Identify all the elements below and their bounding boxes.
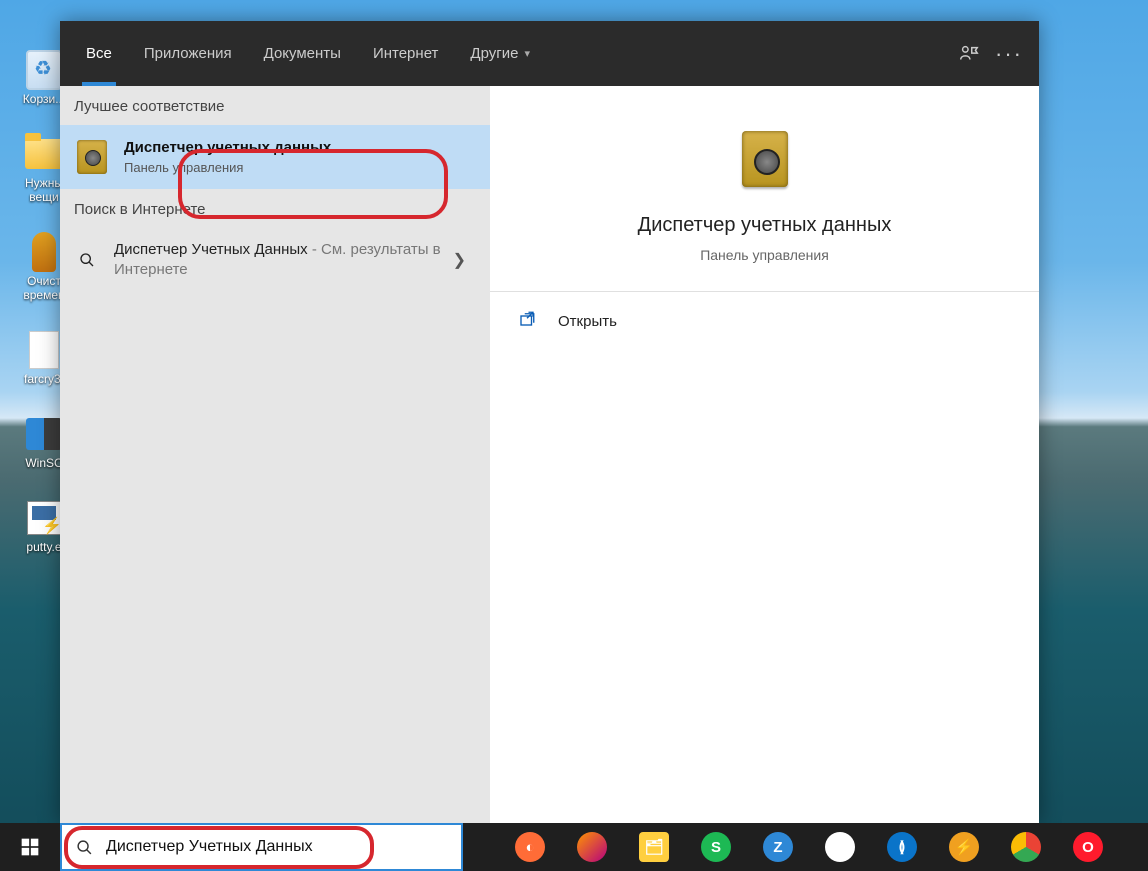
best-match-title: Диспетчер учетных данных [124,139,331,156]
more-options-icon[interactable]: ··· [989,34,1029,74]
search-body: Лучшее соответствие Диспетчер учетных да… [60,86,1039,823]
tab-documents[interactable]: Документы [248,21,357,86]
web-result-text: Диспетчер Учетных Данных - См. результат… [114,240,453,280]
taskbar-search-box[interactable] [60,823,463,871]
open-icon [518,310,542,333]
taskbar-app-zoom[interactable]: Z [747,823,809,871]
taskbar: ◐ 🗂 S Z Đ ≬ ⚡ O [0,823,1148,871]
chevron-right-icon: ❯ [453,250,476,270]
preview-header: Диспетчер учетных данных Панель управлен… [490,86,1039,292]
search-icon [62,839,106,856]
taskbar-app-file-explorer[interactable]: 🗂 [623,823,685,871]
tab-all[interactable]: Все [70,21,128,86]
credential-manager-large-icon [735,124,795,194]
taskbar-app-postman[interactable]: ◐ [499,823,561,871]
tab-apps[interactable]: Приложения [128,21,248,86]
best-match-subtitle: Панель управления [124,160,331,175]
web-search-result[interactable]: Диспетчер Учетных Данных - См. результат… [60,228,490,292]
taskbar-app-s[interactable]: S [685,823,747,871]
taskbar-app-firefox[interactable] [561,823,623,871]
taskbar-app-angular[interactable]: Đ [809,823,871,871]
taskbar-pinned-apps: ◐ 🗂 S Z Đ ≬ ⚡ O [499,823,1119,871]
tab-other[interactable]: Другие ▾ [454,21,546,86]
file-icon [24,330,64,370]
chevron-down-icon: ▾ [524,47,530,60]
action-open-label: Открыть [558,313,617,330]
section-web-search-label: Поиск в Интернете [60,189,490,228]
web-result-main: Диспетчер Учетных Данных [114,241,308,258]
tab-internet[interactable]: Интернет [357,21,454,86]
brush-icon [24,232,64,272]
taskbar-app-vscode[interactable]: ≬ [871,823,933,871]
start-button[interactable] [0,823,60,871]
taskbar-app-chrome[interactable] [995,823,1057,871]
best-match-result[interactable]: Диспетчер учетных данных Панель управлен… [60,125,490,189]
start-search-panel: Все Приложения Документы Интернет Другие… [60,21,1039,823]
search-tabs-header: Все Приложения Документы Интернет Другие… [60,21,1039,86]
section-best-match-label: Лучшее соответствие [60,86,490,125]
putty-icon [24,498,64,538]
winscp-icon [24,414,64,454]
search-icon [74,252,100,268]
tab-other-label: Другие [470,45,518,62]
folder-icon [24,134,64,174]
results-list: Лучшее соответствие Диспетчер учетных да… [60,86,490,823]
feedback-icon[interactable] [949,34,989,74]
recycle-bin-icon [24,50,64,90]
taskbar-app-winamp[interactable]: ⚡ [933,823,995,871]
action-open[interactable]: Открыть [490,292,1039,351]
preview-subtitle: Панель управления [700,247,829,263]
credential-manager-icon [74,139,110,175]
preview-title: Диспетчер учетных данных [638,214,892,237]
taskbar-app-opera[interactable]: O [1057,823,1119,871]
result-preview-pane: Диспетчер учетных данных Панель управлен… [490,86,1039,823]
taskbar-search-input[interactable] [106,825,461,869]
